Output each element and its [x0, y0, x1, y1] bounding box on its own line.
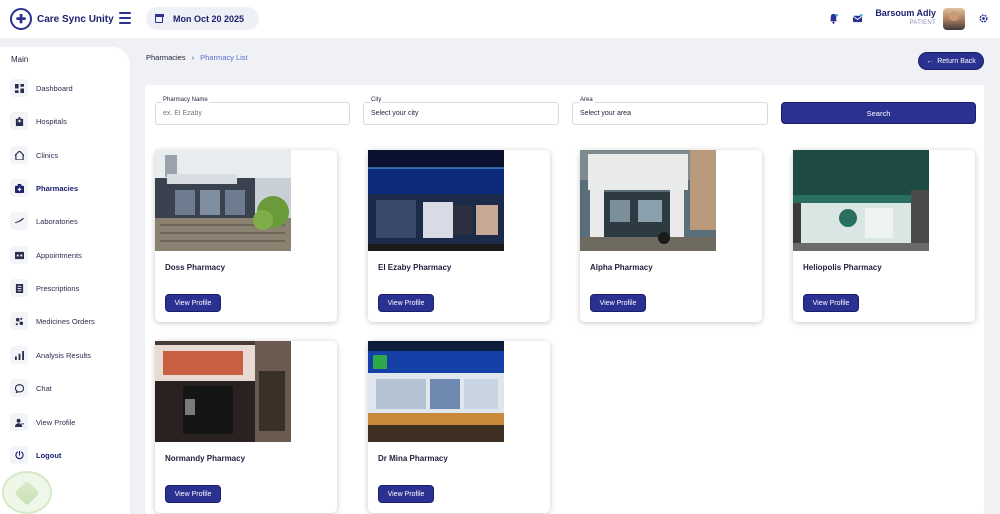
area-select[interactable]: Area Select your area [572, 97, 768, 125]
pharmacy-photo[interactable] [155, 341, 291, 442]
hospital-icon [10, 112, 28, 130]
logout-icon [10, 446, 28, 464]
sidebar-item-label: Analysis Results [36, 350, 92, 360]
sidebar-item-clinics[interactable]: Clinics [10, 145, 125, 165]
sidebar-item-label: Laboratories [36, 216, 78, 226]
sidebar-item-laboratories[interactable]: Laboratories [10, 211, 125, 231]
user-info[interactable]: Barsoum Adly PATIENT [875, 8, 936, 26]
pharmacy-photo[interactable] [155, 150, 291, 251]
messages-icon[interactable] [852, 13, 863, 24]
calendar-icon [154, 14, 164, 23]
return-back-button[interactable]: ← Return Back [918, 52, 984, 70]
appointments-icon [10, 246, 28, 264]
pharmacy-card: El Ezaby Pharmacy View Profile [368, 150, 550, 322]
watermark-logo [2, 471, 52, 514]
sidebar-item-medicines-orders[interactable]: Medicines Orders [10, 311, 125, 331]
pharmacy-name-field[interactable]: Pharmacy Name [155, 97, 350, 125]
city-value: Select your city [371, 110, 419, 117]
city-label: City [370, 97, 383, 103]
current-date: Mon Oct 20 2025 [173, 13, 245, 24]
app-logo-icon: ✚ [10, 8, 32, 30]
breadcrumb: Pharmacies › Pharmacy List [146, 53, 248, 62]
sidebar-item-label: Dashboard [36, 83, 73, 93]
sidebar-item-dashboard[interactable]: Dashboard [10, 78, 125, 98]
view-profile-button[interactable]: View Profile [803, 294, 859, 312]
pharmacy-photo[interactable] [368, 150, 504, 251]
return-back-label: Return Back [937, 57, 976, 65]
city-select[interactable]: City Select your city [363, 97, 559, 125]
pharmacy-name: Heliopolis Pharmacy [803, 263, 882, 272]
sidebar-item-analysis-results[interactable]: Analysis Results [10, 345, 125, 365]
pharmacy-photo[interactable] [580, 150, 716, 251]
prescription-icon [10, 279, 28, 297]
date-display: Mon Oct 20 2025 [146, 7, 259, 30]
pharmacy-name-label: Pharmacy Name [162, 97, 209, 103]
dashboard-icon [10, 79, 28, 97]
pharmacy-card: Heliopolis Pharmacy View Profile [793, 150, 975, 322]
analysis-icon [10, 346, 28, 364]
pharmacy-photo[interactable] [368, 341, 504, 442]
pharmacy-card: Alpha Pharmacy View Profile [580, 150, 762, 322]
view-profile-button[interactable]: View Profile [378, 485, 434, 503]
view-profile-button[interactable]: View Profile [165, 485, 221, 503]
area-label: Area [579, 97, 594, 103]
sidebar-item-label: Chat [36, 383, 52, 393]
pharmacy-list-panel: Pharmacy Name City Select your city Area… [145, 85, 984, 514]
breadcrumb-current: Pharmacy List [200, 53, 248, 62]
pharmacy-name: El Ezaby Pharmacy [378, 263, 452, 272]
pharmacy-name: Dr Mina Pharmacy [378, 454, 448, 463]
brand[interactable]: ✚ Care Sync Unity [10, 8, 114, 30]
sidebar-section-title: Main [11, 55, 29, 64]
avatar[interactable] [943, 8, 965, 30]
user-name: Barsoum Adly [875, 8, 936, 18]
area-value: Select your area [580, 110, 631, 117]
chat-icon [10, 379, 28, 397]
pharmacy-name: Alpha Pharmacy [590, 263, 653, 272]
sidebar-item-label: View Profile [36, 417, 76, 427]
sidebar-item-label: Clinics [36, 150, 59, 160]
view-profile-button[interactable]: View Profile [378, 294, 434, 312]
sidebar-item-appointments[interactable]: Appointments [10, 245, 125, 265]
sidebar: Main Dashboard Hospitals Clinics Pharmac… [0, 47, 130, 514]
sidebar-item-prescriptions[interactable]: Prescriptions [10, 278, 125, 298]
view-profile-button[interactable]: View Profile [590, 294, 646, 312]
view-profile-button[interactable]: View Profile [165, 294, 221, 312]
pharmacy-card: Dr Mina Pharmacy View Profile [368, 341, 550, 513]
sidebar-item-view-profile[interactable]: View Profile [10, 412, 125, 432]
sidebar-item-label: Appointments [36, 250, 82, 260]
top-bar: ✚ Care Sync Unity Mon Oct 20 2025 Barsou… [0, 0, 1000, 38]
pharmacy-photo[interactable] [793, 150, 929, 251]
laboratory-icon [10, 212, 28, 230]
pharmacy-name: Doss Pharmacy [165, 263, 226, 272]
sidebar-item-chat[interactable]: Chat [10, 378, 125, 398]
user-role: PATIENT [909, 20, 936, 26]
arrow-left-icon: ← [926, 57, 934, 65]
sidebar-item-label: Medicines Orders [36, 316, 95, 326]
sidebar-item-logout[interactable]: Logout [10, 445, 125, 465]
app-name: Care Sync Unity [37, 13, 114, 25]
sidebar-item-pharmacies[interactable]: Pharmacies [10, 178, 125, 198]
sidebar-item-label: Pharmacies [36, 183, 79, 193]
sidebar-item-label: Logout [36, 450, 62, 460]
notification-bell-icon[interactable] [828, 13, 839, 24]
chevron-right-icon: › [191, 53, 195, 62]
menu-toggle-icon[interactable] [119, 12, 131, 24]
pharmacy-card: Normandy Pharmacy View Profile [155, 341, 337, 513]
profile-icon [10, 413, 28, 431]
pharmacy-icon [10, 179, 28, 197]
sidebar-item-hospitals[interactable]: Hospitals [10, 111, 125, 131]
sidebar-item-label: Hospitals [36, 116, 67, 126]
clinic-icon [10, 146, 28, 164]
pharmacy-name: Normandy Pharmacy [165, 454, 246, 463]
medicines-icon [10, 312, 28, 330]
pharmacy-card: Doss Pharmacy View Profile [155, 150, 337, 322]
gear-icon[interactable] [978, 13, 989, 24]
breadcrumb-parent[interactable]: Pharmacies [146, 53, 186, 62]
search-button[interactable]: Search [781, 102, 976, 124]
sidebar-item-label: Prescriptions [36, 283, 80, 293]
pharmacy-name-input[interactable] [163, 110, 342, 117]
